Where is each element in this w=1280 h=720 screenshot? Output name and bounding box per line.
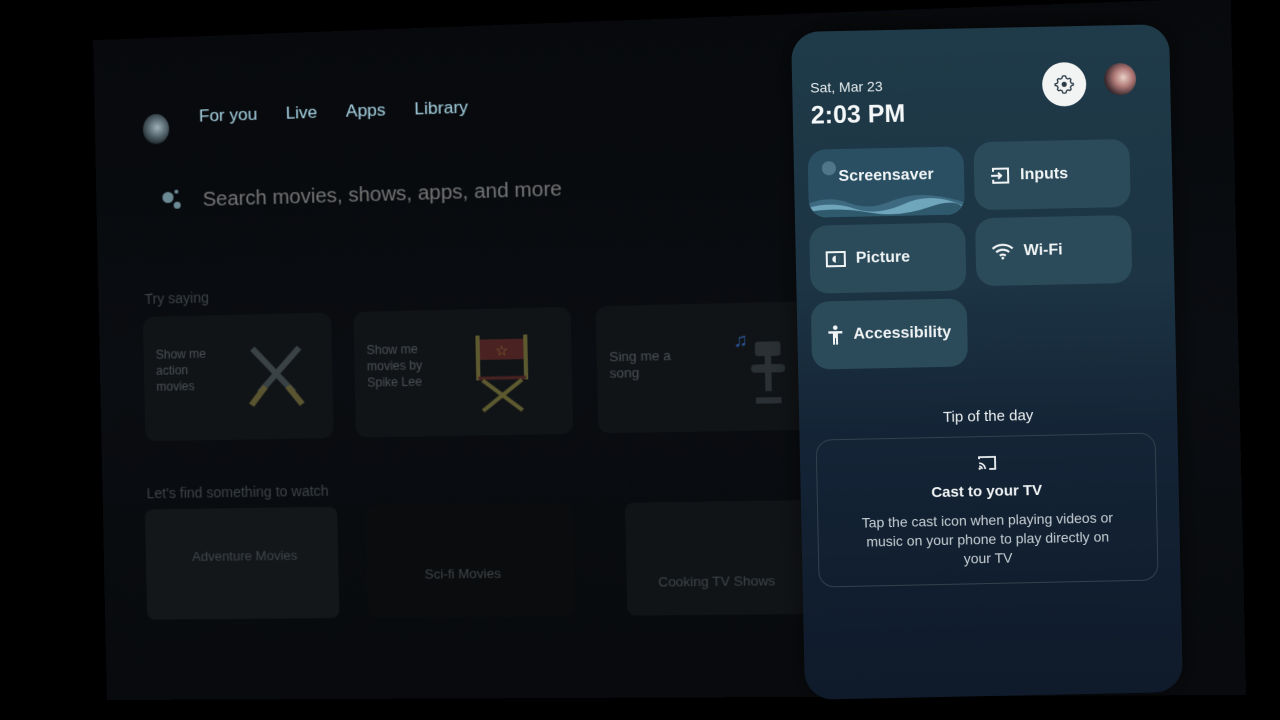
tab-library[interactable]: Library [414,97,468,119]
tile-label: Inputs [1019,165,1069,184]
tile-label: Wi-Fi [1023,241,1063,260]
watch-card-scifi[interactable]: Sci-fi Movies [365,503,576,618]
picture-icon [825,250,846,268]
try-card-text: Show me movies by Spike Lee [366,341,423,390]
tip-card[interactable]: Cast to your TV Tap the cast icon when p… [815,432,1159,588]
try-saying-label: Try saying [144,289,210,307]
accessibility-icon [828,325,843,345]
tip-body: Tap the cast icon when playing videos or… [861,509,1114,567]
home-profile-avatar[interactable] [142,113,170,145]
screensaver-sun-icon [821,161,837,176]
time-label: 2:03 PM [810,99,906,130]
search-input[interactable] [202,176,615,212]
tip-section-title: Tip of the day [942,407,1034,426]
watch-card-adventure[interactable]: Adventure Movies [144,506,340,620]
svg-text:♫: ♫ [733,330,748,351]
tile-inputs[interactable]: Inputs [973,138,1131,211]
tile-picture[interactable]: Picture [809,222,967,294]
cast-icon [978,455,997,470]
profile-avatar[interactable] [1103,62,1137,96]
tile-label: Picture [855,248,911,267]
tab-apps[interactable]: Apps [346,100,386,122]
try-card-spike-lee[interactable]: Show me movies by Spike Lee ☆ [353,306,574,438]
microphone-music-icon: ♫ [733,330,786,404]
tip-title: Cast to your TV [931,481,1043,502]
tab-for-you[interactable]: For you [199,105,258,127]
svg-text:☆: ☆ [495,342,508,359]
tile-accessibility[interactable]: Accessibility [810,298,969,370]
tile-wifi[interactable]: Wi-Fi [974,214,1133,287]
wifi-icon [991,243,1014,260]
settings-button[interactable] [1041,61,1087,107]
watch-section-label: Let's find something to watch [146,482,329,502]
try-card-sing-song[interactable]: Sing me a song ♫ [595,301,821,434]
gear-icon [1054,75,1074,94]
try-card-action-movies[interactable]: Show me action movies [142,312,334,442]
tile-screensaver[interactable]: Screensaver [807,146,965,218]
date-label: Sat, Mar 23 [810,78,883,96]
try-card-text: Sing me a song [609,347,672,381]
tab-live[interactable]: Live [285,103,317,124]
watch-card-title: Sci-fi Movies [424,565,502,582]
screensaver-waves-icon [808,194,965,218]
crossed-swords-icon [240,339,313,411]
search-bar[interactable] [162,175,615,215]
tile-label: Screensaver [838,166,934,186]
try-card-text: Show me action movies [155,346,207,394]
top-nav: For you Live Apps Library [199,97,468,126]
input-icon [991,167,1010,184]
quick-settings-panel: Sat, Mar 23 2:03 PM Screensaver Inputs P… [791,24,1183,700]
watch-card-title: Adventure Movies [191,547,298,565]
director-chair-icon: ☆ [471,332,535,415]
tile-label: Accessibility [853,323,952,343]
watch-card-title: Cooking TV Shows [658,572,776,590]
google-assistant-icon[interactable] [162,187,187,214]
watch-card-cooking[interactable]: Cooking TV Shows [624,499,829,616]
